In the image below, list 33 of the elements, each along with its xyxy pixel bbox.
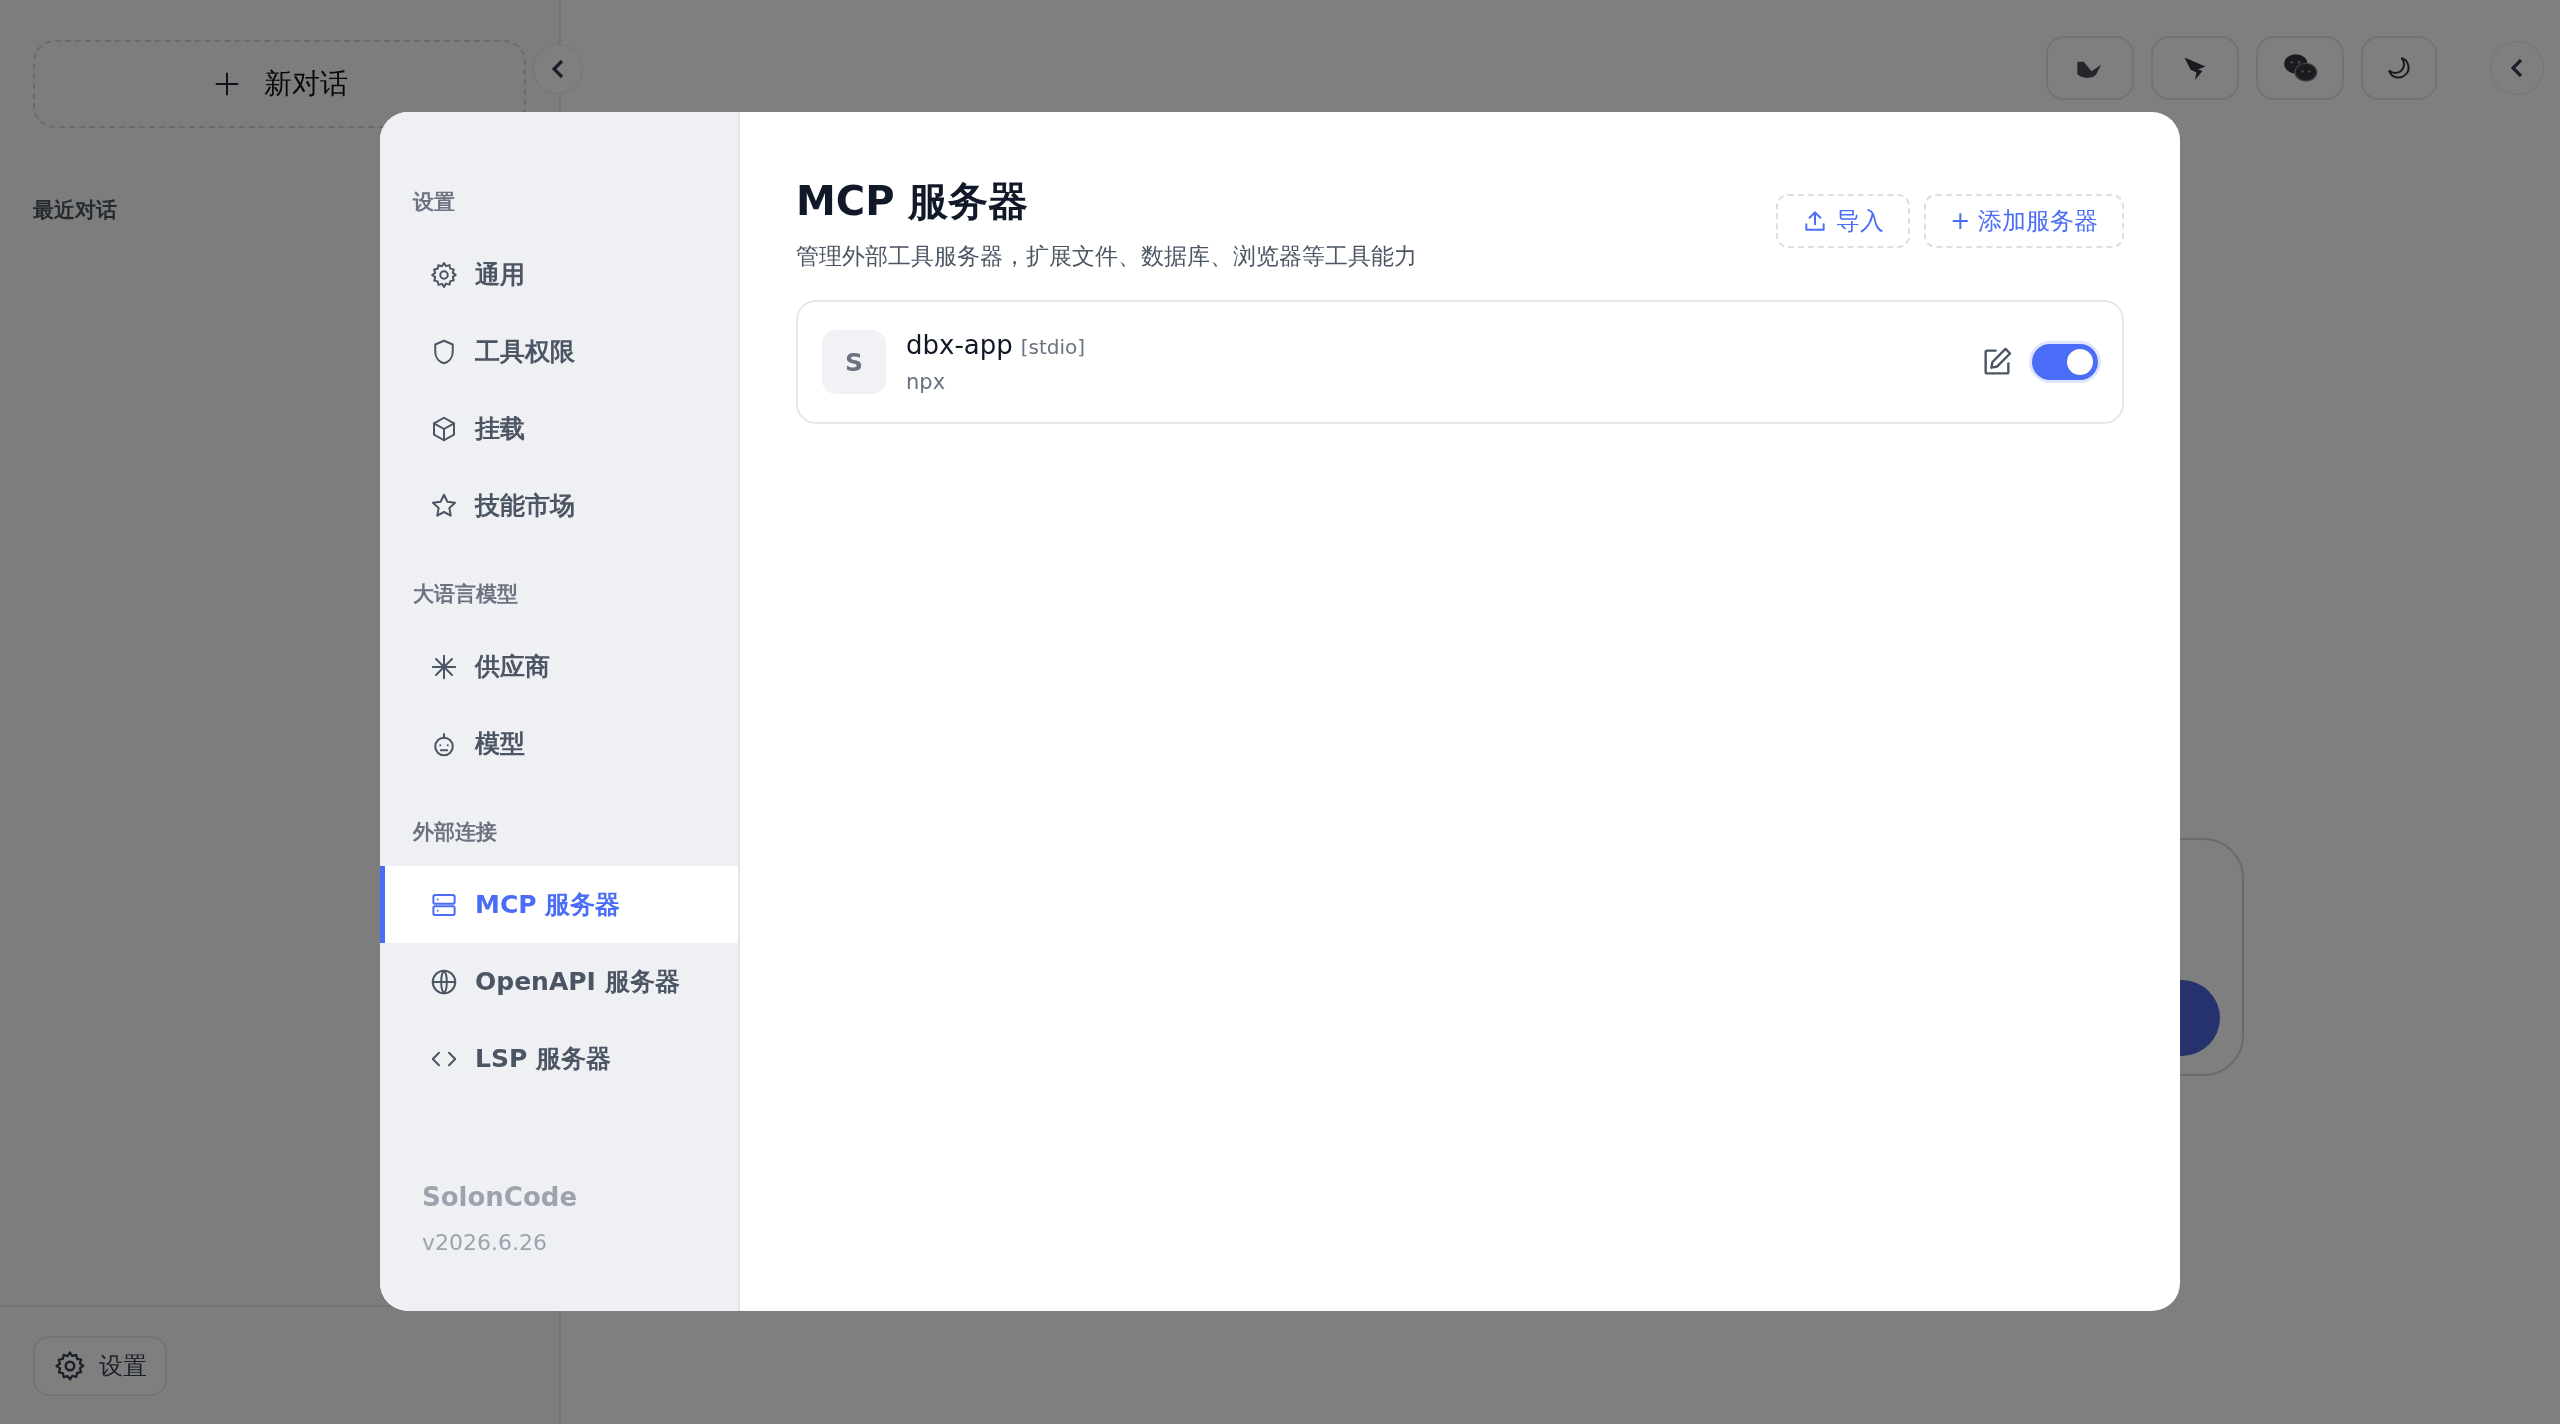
nav-item[interactable]: MCP 服务器 [380, 866, 738, 943]
moon-icon[interactable] [2361, 36, 2437, 100]
nav-item[interactable]: 模型 [380, 705, 738, 782]
version-label: v2026.6.26 [421, 1230, 548, 1255]
settings-button[interactable]: 设置 [33, 1335, 167, 1396]
import-button[interactable]: 导入 [1776, 194, 1911, 248]
add-server-button[interactable]: + 添加服务器 [1924, 194, 2124, 248]
server-command: npx [906, 370, 947, 394]
nav-section-heading: 大语言模型 [412, 581, 519, 608]
app-name: SolonCode [421, 1182, 579, 1212]
bird-icon[interactable] [2046, 36, 2134, 100]
settings-icon [53, 1348, 87, 1383]
page-subtitle: 管理外部工具服务器，扩展文件、数据库、浏览器等工具能力 [796, 242, 1417, 271]
server-transport: [stdio] [1020, 335, 1086, 359]
nav-item[interactable]: 通用 [380, 236, 738, 313]
collapse-button[interactable] [533, 44, 583, 94]
server-name: dbx-app [906, 330, 1013, 360]
nav-item[interactable]: 技能市场 [380, 467, 738, 544]
nav-item[interactable]: OpenAPI 服务器 [380, 943, 738, 1020]
chevron-left-icon [2511, 58, 2523, 78]
chat-bubbles-icon[interactable] [2256, 36, 2344, 100]
nav-item[interactable]: 供应商 [380, 628, 738, 705]
page-title: MCP 服务器 [796, 177, 1030, 226]
nav-item[interactable]: 工具权限 [380, 313, 738, 390]
nav-item[interactable]: LSP 服务器 [380, 1020, 738, 1097]
server-avatar: S [822, 330, 886, 394]
chevron-left-icon [552, 59, 564, 79]
recent-heading: 最近对话 [33, 197, 117, 224]
nav-section-heading: 设置 [411, 189, 456, 216]
gear-icon [429, 259, 459, 290]
nav-section-heading: 外部连接 [411, 819, 498, 846]
nav-item[interactable]: 挂载 [380, 390, 738, 467]
server-toggle[interactable] [2032, 344, 2098, 380]
